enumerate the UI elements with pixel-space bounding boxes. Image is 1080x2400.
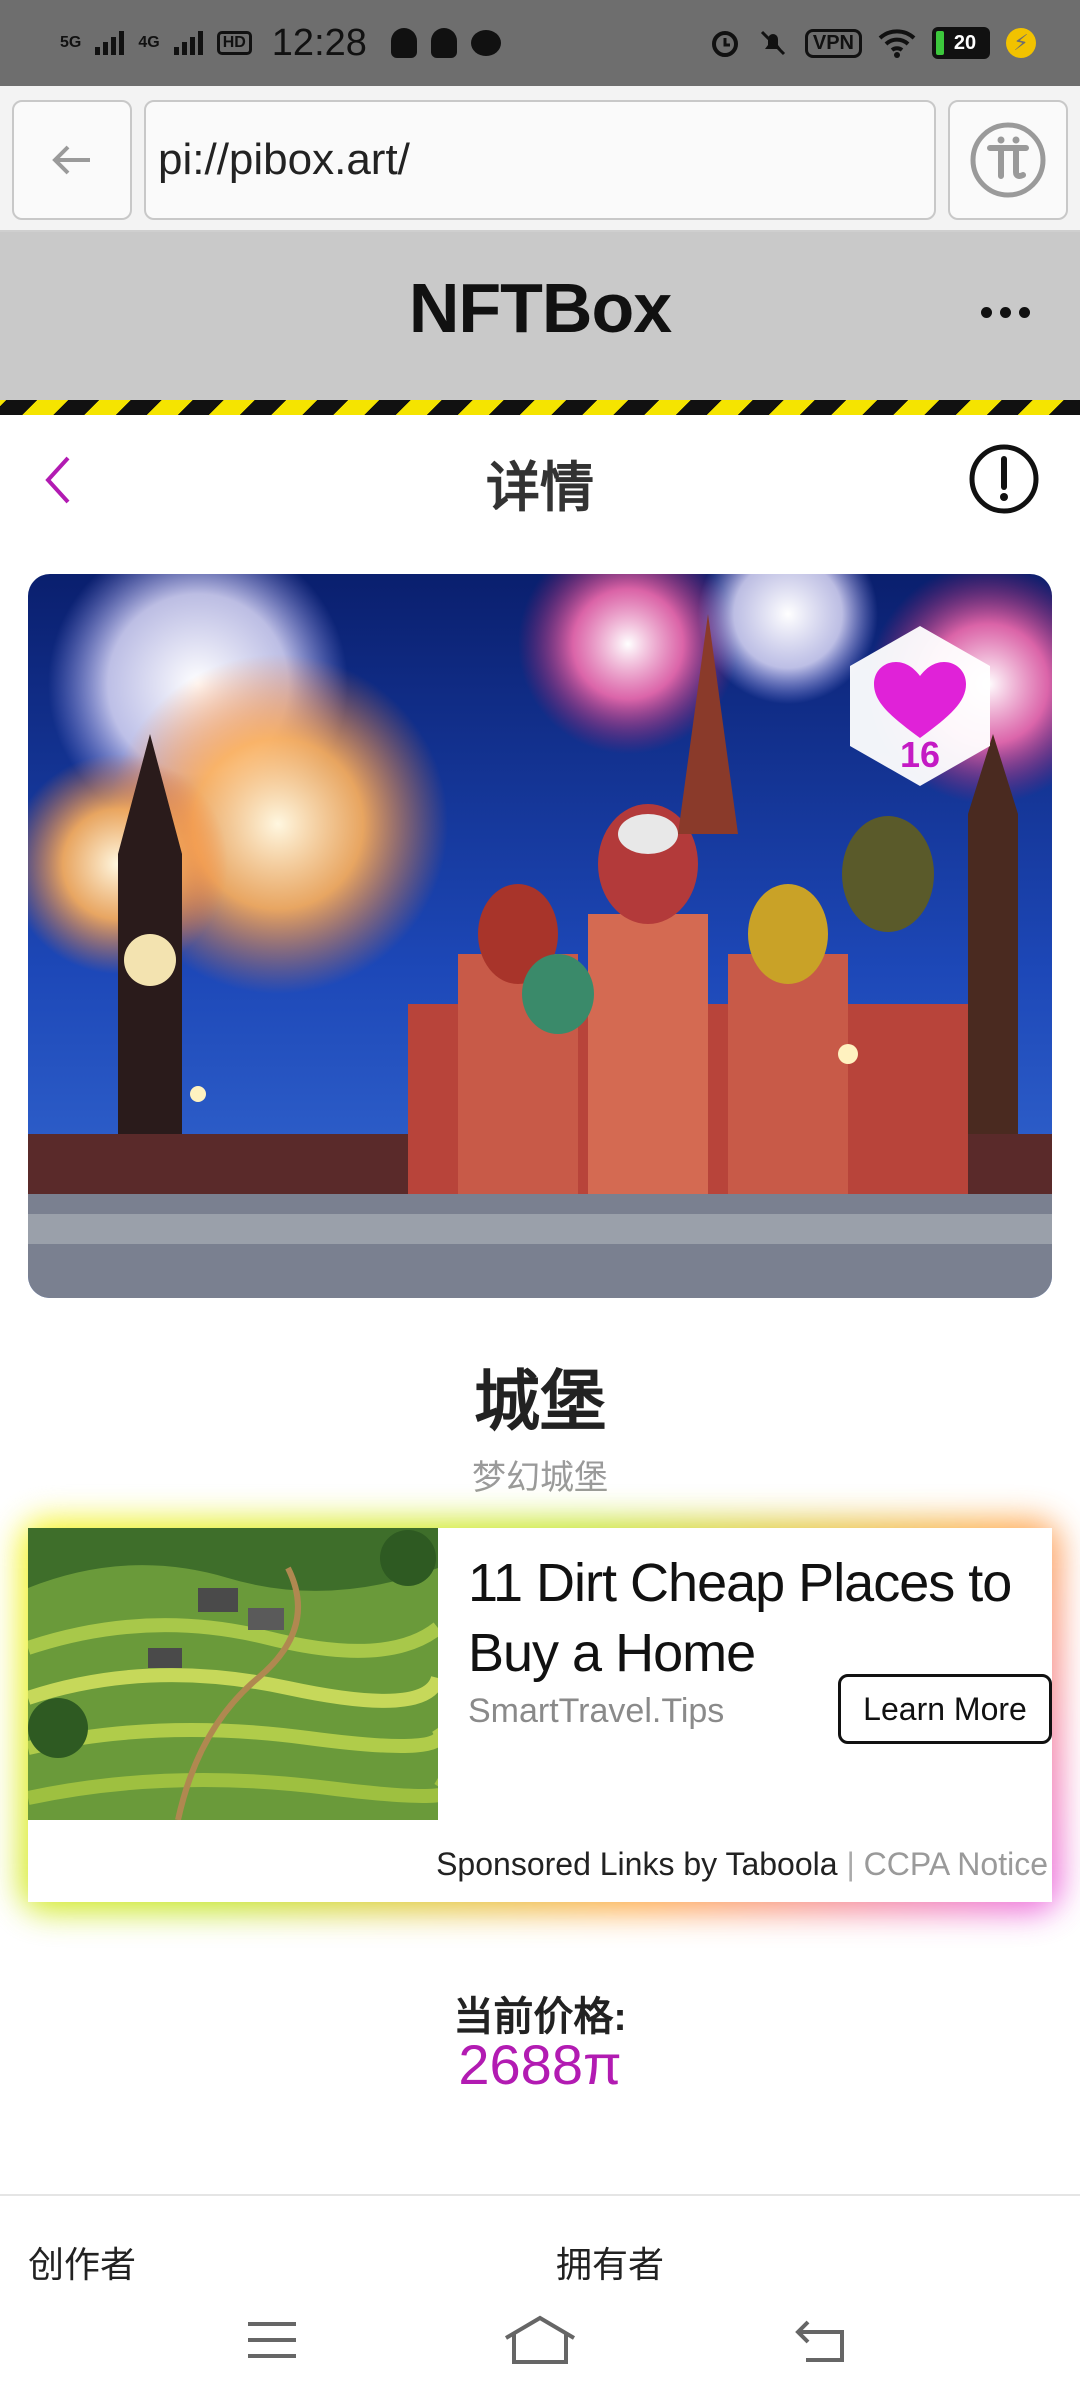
home-icon[interactable] [500,2310,580,2370]
ccpa-notice-link[interactable]: CCPA Notice [864,1846,1048,1882]
network-type-label: 4G [138,34,160,51]
browser-url-bar: pi://pibox.art/ [0,86,1080,232]
battery-icon: 20 [932,27,990,59]
vpn-badge: VPN [804,28,862,58]
alarm-icon [711,31,738,57]
url-input[interactable]: pi://pibox.art/ [144,100,936,220]
mute-icon [760,30,785,56]
battery-level: 20 [953,31,977,54]
signal-4g: 4G [138,35,159,51]
charging-icon: ⚡ [1006,28,1036,58]
url-text: pi://pibox.art/ [158,135,410,184]
app-header: NFTBox [0,232,1080,400]
ad-source: SmartTravel.Tips [468,1692,725,1730]
hd-voice-badge: HD [216,31,252,55]
taboola-link[interactable]: Sponsored Links by Taboola [436,1846,837,1882]
pi-browser-button[interactable] [948,100,1068,220]
like-count: 16 [899,734,941,775]
arrow-left-icon [52,145,90,175]
divider [0,2194,1080,2196]
app-title: NFTBox [408,269,672,347]
creator-label: 创作者 [28,2244,137,2285]
ad-headline[interactable]: 11 Dirt Cheap Places to Buy a Home [468,1548,1048,1688]
ad-thumbnail[interactable] [28,1528,438,1820]
hazard-stripe [0,400,1080,415]
page-title: 详情 [486,458,594,518]
learn-more-button[interactable]: Learn More [838,1674,1052,1744]
sponsored-ad[interactable]: 11 Dirt Cheap Places to Buy a Home Smart… [28,1528,1052,1902]
signal-5g: 5G [60,35,81,51]
price-value: 2688π [458,2033,622,2096]
ad-footer: Sponsored Links by Taboola | CCPA Notice [436,1846,1048,1883]
detail-nav-bar: 详情 [0,415,1080,545]
status-bar: 5G 4G HD 12:28 VPN 20 ⚡ [0,0,1080,86]
system-nav-bar [0,2290,1080,2400]
footer-separator: | [846,1846,855,1882]
browser-back-button[interactable] [12,100,132,220]
nft-title: 城堡 [474,1364,606,1438]
owner-label: 拥有者 [556,2244,665,2285]
more-horizontal-icon[interactable] [970,292,1040,332]
nft-description: 梦幻城堡 [472,1459,608,1497]
wifi-icon [878,29,916,58]
network-type-label: 5G [60,34,82,51]
like-button[interactable]: 16 [834,620,1006,792]
pi-logo-icon [970,122,1046,198]
signal-bars-icon [173,31,203,55]
qq-notification-icon [390,28,417,58]
qq-notification-icon [430,28,457,58]
signal-bars-icon [95,31,125,55]
back-icon[interactable] [782,2310,862,2370]
clock: 12:28 [271,21,367,64]
message-notification-icon [470,30,501,56]
menu-icon[interactable] [232,2310,312,2370]
exclamation-circle-icon[interactable] [968,443,1040,515]
